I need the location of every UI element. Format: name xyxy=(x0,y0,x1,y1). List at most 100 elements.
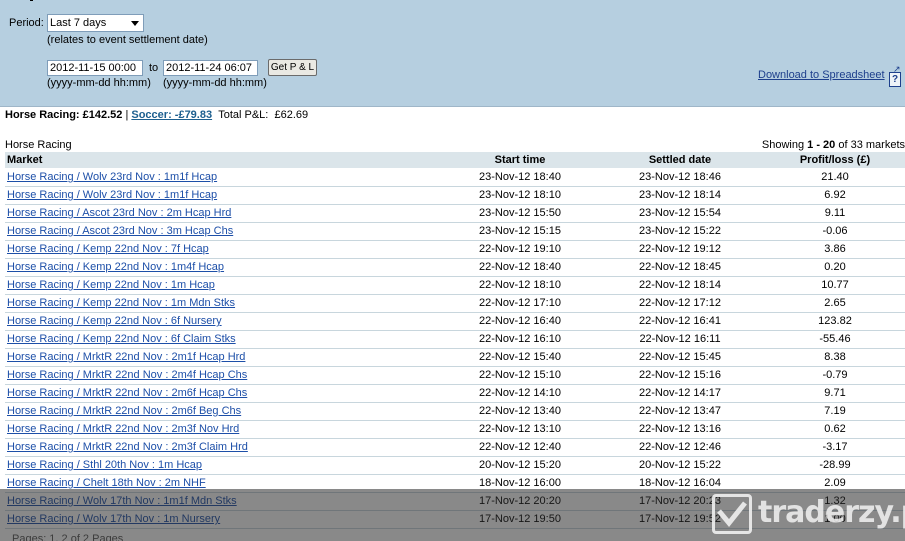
table-cell: 123.82 xyxy=(765,312,905,331)
table-cell: 23-Nov-12 18:14 xyxy=(595,186,765,205)
header-start-time[interactable]: Start time xyxy=(445,152,595,168)
from-date-input[interactable]: 2012-11-15 00:00 xyxy=(47,60,143,76)
totals-separator: | xyxy=(125,109,129,121)
market-link[interactable]: Horse Racing / Wolv 23rd Nov : 1m1f Hcap xyxy=(7,189,217,201)
horse-racing-total: Horse Racing: £142.52 xyxy=(5,109,123,121)
table-cell: 22-Nov-12 13:47 xyxy=(595,402,765,421)
table-row: Horse Racing / Kemp 22nd Nov : 1m Mdn St… xyxy=(5,294,905,313)
market-link[interactable]: Horse Racing / Kemp 22nd Nov : 1m4f Hcap xyxy=(7,261,224,273)
market-link[interactable]: Horse Racing / Ascot 23rd Nov : 2m Hcap … xyxy=(7,207,231,219)
to-date-hint: (yyyy-mm-dd hh:mm) xyxy=(163,77,267,89)
soccer-total-link[interactable]: Soccer: -£79.83 xyxy=(131,109,212,121)
table-cell: 22-Nov-12 19:12 xyxy=(595,240,765,259)
profit-loss-cell: 6.92 xyxy=(824,189,846,201)
start-time-cell: 22-Nov-12 16:10 xyxy=(479,333,561,345)
market-link[interactable]: Horse Racing / Sthl 20th Nov : 1m Hcap xyxy=(7,459,202,471)
profit-loss-cell: -0.06 xyxy=(822,225,848,237)
settled-date-cell: 22-Nov-12 14:17 xyxy=(639,387,721,399)
start-time-cell: 22-Nov-12 12:40 xyxy=(479,441,561,453)
market-link[interactable]: Horse Racing / MrktR 22nd Nov : 2m1f Hca… xyxy=(7,351,245,363)
table-cell: -3.17 xyxy=(765,438,905,457)
market-link[interactable]: Horse Racing / Kemp 22nd Nov : 6f Nurser… xyxy=(7,315,222,327)
market-link[interactable]: Horse Racing / Wolv 17th Nov : 1m1f Mdn … xyxy=(7,495,237,507)
market-link[interactable]: Horse Racing / MrktR 22nd Nov : 2m6f Beg… xyxy=(7,405,241,417)
pagination: Pages: 1, 2 of 2 Pages xyxy=(12,533,124,541)
pl-totals: Horse Racing: £142.52 | Soccer: -£79.83 … xyxy=(5,109,308,121)
table-cell: 23-Nov-12 18:10 xyxy=(445,186,595,205)
table-cell: 17-Nov-12 20:20 xyxy=(445,492,595,511)
table-row: Horse Racing / Kemp 22nd Nov : 6f Nurser… xyxy=(5,312,905,331)
market-link[interactable]: Horse Racing / MrktR 22nd Nov : 2m3f Cla… xyxy=(7,441,248,453)
settled-date-cell: 20-Nov-12 15:22 xyxy=(639,459,721,471)
table-cell: 22-Nov-12 13:16 xyxy=(595,420,765,439)
settled-date-cell: 22-Nov-12 15:16 xyxy=(639,369,721,381)
period-label: Period: xyxy=(9,17,44,29)
market-link[interactable]: Horse Racing / Kemp 22nd Nov : 1m Mdn St… xyxy=(7,297,235,309)
section-title: Horse Racing xyxy=(5,139,72,151)
settled-date-cell: 22-Nov-12 19:12 xyxy=(639,243,721,255)
profit-loss-cell: -55.46 xyxy=(819,333,851,345)
table-cell: 22-Nov-12 13:10 xyxy=(445,420,595,439)
market-link[interactable]: Horse Racing / Chelt 18th Nov : 2m NHF xyxy=(7,477,206,489)
table-cell: 20-Nov-12 15:20 xyxy=(445,456,595,475)
table-cell: 23-Nov-12 15:50 xyxy=(445,204,595,223)
profit-loss-cell: 0.62 xyxy=(824,423,846,435)
table-cell: Horse Racing / Wolv 17th Nov : 1m Nurser… xyxy=(5,510,445,529)
download-spreadsheet-link[interactable]: Download to Spreadsheet xyxy=(758,69,885,81)
table-row: Horse Racing / Wolv 23rd Nov : 1m1f Hcap… xyxy=(5,168,905,187)
market-link[interactable]: Horse Racing / Kemp 22nd Nov : 1m Hcap xyxy=(7,279,215,291)
market-link[interactable]: Horse Racing / Kemp 22nd Nov : 7f Hcap xyxy=(7,243,209,255)
start-time-cell: 17-Nov-12 19:50 xyxy=(479,513,561,525)
market-link[interactable]: Horse Racing / MrktR 22nd Nov : 2m4f Hca… xyxy=(7,369,247,381)
table-cell: 23-Nov-12 15:54 xyxy=(595,204,765,223)
total-pl-value: £62.69 xyxy=(274,109,309,121)
profit-loss-cell: 123.82 xyxy=(818,315,852,327)
start-time-cell: 22-Nov-12 14:10 xyxy=(479,387,561,399)
table-row: Horse Racing / MrktR 22nd Nov : 2m1f Hca… xyxy=(5,348,905,367)
profit-loss-cell: 21.40 xyxy=(821,170,849,183)
start-time-cell: 23-Nov-12 18:40 xyxy=(479,170,561,183)
chevron-down-icon xyxy=(131,21,139,26)
market-link[interactable]: Horse Racing / MrktR 22nd Nov : 2m3f Nov… xyxy=(7,423,239,435)
table-row: Horse Racing / Sthl 20th Nov : 1m Hcap 20… xyxy=(5,456,905,475)
market-link[interactable]: Horse Racing / Wolv 23rd Nov : 1m1f Hcap xyxy=(7,171,217,183)
get-pl-button[interactable]: Get P & L xyxy=(268,59,317,76)
table-cell: Horse Racing / Kemp 22nd Nov : 1m4f Hcap xyxy=(5,258,445,277)
table-cell: 22-Nov-12 14:17 xyxy=(595,384,765,403)
table-cell: 22-Nov-12 18:40 xyxy=(445,258,595,277)
settled-date-cell: 22-Nov-12 17:12 xyxy=(639,297,721,309)
table-cell: Horse Racing / MrktR 22nd Nov : 2m3f Nov… xyxy=(5,420,445,439)
start-time-cell: 23-Nov-12 18:10 xyxy=(479,189,561,201)
watermark-logo-icon xyxy=(712,494,752,534)
start-time-cell: 18-Nov-12 16:00 xyxy=(479,477,561,489)
start-time-cell: 22-Nov-12 15:40 xyxy=(479,351,561,363)
table-cell: 22-Nov-12 12:40 xyxy=(445,438,595,457)
table-cell: 22-Nov-12 15:10 xyxy=(445,366,595,385)
table-cell: Horse Racing / Kemp 22nd Nov : 7f Hcap xyxy=(5,240,445,259)
table-row: Horse Racing / Ascot 23rd Nov : 2m Hcap … xyxy=(5,204,905,223)
header-profit-loss[interactable]: Profit/loss (£) xyxy=(765,152,905,168)
to-label: to xyxy=(149,62,159,74)
market-link[interactable]: Horse Racing / Kemp 22nd Nov : 6f Claim … xyxy=(7,333,236,345)
table-row: Horse Racing / Wolv 23rd Nov : 1m1f Hcap… xyxy=(5,186,905,205)
table-cell: -0.06 xyxy=(765,222,905,241)
help-icon[interactable]: ? xyxy=(889,72,901,87)
table-cell: Horse Racing / Sthl 20th Nov : 1m Hcap xyxy=(5,456,445,475)
table-cell: 18-Nov-12 16:00 xyxy=(445,474,595,493)
to-date-input[interactable]: 2012-11-24 06:07 xyxy=(163,60,258,76)
total-pl-label: Total P&L: xyxy=(218,109,269,121)
settlement-note: (relates to event settlement date) xyxy=(47,34,208,46)
market-link[interactable]: Horse Racing / Ascot 23rd Nov : 3m Hcap … xyxy=(7,225,233,237)
table-cell: 22-Nov-12 15:16 xyxy=(595,366,765,385)
header-settled-date[interactable]: Settled date xyxy=(595,152,765,168)
profit-loss-cell: 2.09 xyxy=(824,477,846,489)
table-cell: -0.79 xyxy=(765,366,905,385)
table-row: Horse Racing / Ascot 23rd Nov : 3m Hcap … xyxy=(5,222,905,241)
market-link[interactable]: Horse Racing / Wolv 17th Nov : 1m Nurser… xyxy=(7,513,220,525)
start-time-cell: 23-Nov-12 15:50 xyxy=(479,207,561,219)
header-market[interactable]: Market xyxy=(5,152,445,168)
market-link[interactable]: Horse Racing / MrktR 22nd Nov : 2m6f Hca… xyxy=(7,387,247,399)
period-select[interactable]: Last 7 days xyxy=(47,14,144,32)
table-cell: Horse Racing / Ascot 23rd Nov : 3m Hcap … xyxy=(5,222,445,241)
table-cell: 23-Nov-12 18:46 xyxy=(595,168,765,187)
